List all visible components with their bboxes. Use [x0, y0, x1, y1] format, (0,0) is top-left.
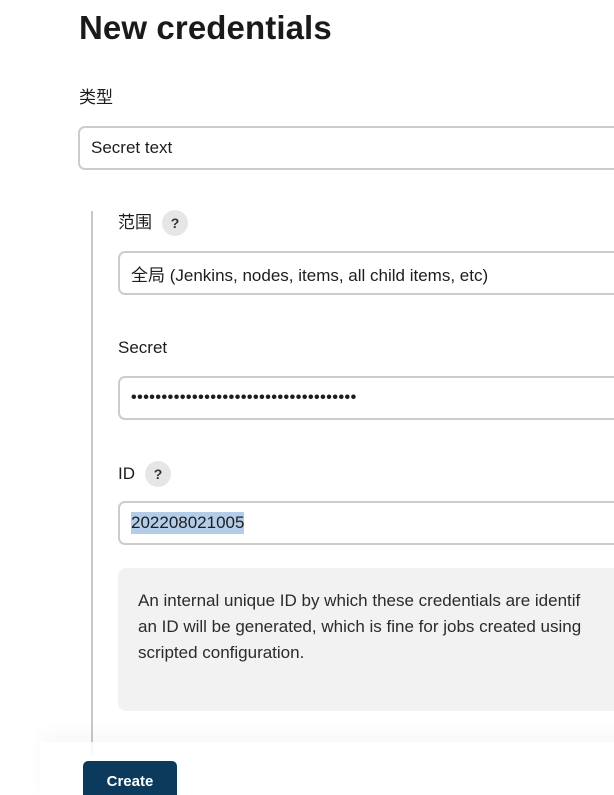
id-help-panel: An internal unique ID by which these cre…: [118, 568, 614, 711]
scope-select[interactable]: 全局 (Jenkins, nodes, items, all child ite…: [118, 251, 614, 295]
id-label-text: ID: [118, 464, 135, 483]
kind-label: 类型: [79, 87, 113, 109]
scope-help-icon[interactable]: ?: [162, 210, 188, 236]
page-title: New credentials: [79, 9, 332, 46]
scope-label-text: 范围: [118, 213, 152, 232]
id-input[interactable]: 202208021005: [118, 501, 614, 545]
id-help-line-2: an ID will be generated, which is fine f…: [138, 617, 582, 636]
kind-select[interactable]: Secret text: [78, 126, 614, 170]
create-button[interactable]: Create: [83, 761, 177, 795]
id-help-line-3: scripted configuration.: [138, 643, 305, 662]
credentials-page: New credentials 类型 Secret text 范围 ? 全局 (…: [0, 0, 614, 795]
secret-masked-value: •••••••••••••••••••••••••••••••••••••: [131, 389, 357, 406]
id-input-value: 202208021005: [131, 512, 245, 534]
id-label: ID ?: [118, 461, 171, 487]
scope-label: 范围 ?: [118, 210, 188, 236]
kind-label-text: 类型: [79, 88, 113, 107]
secret-input[interactable]: •••••••••••••••••••••••••••••••••••••: [118, 376, 614, 420]
kind-select-value: Secret text: [91, 138, 173, 157]
nested-section-rule: [91, 211, 93, 756]
id-help-line-1: An internal unique ID by which these cre…: [138, 591, 581, 610]
secret-label-text: Secret: [118, 338, 168, 357]
scope-select-value: 全局 (Jenkins, nodes, items, all child ite…: [131, 265, 489, 285]
id-help-icon[interactable]: ?: [145, 461, 171, 487]
secret-label: Secret: [118, 337, 167, 359]
